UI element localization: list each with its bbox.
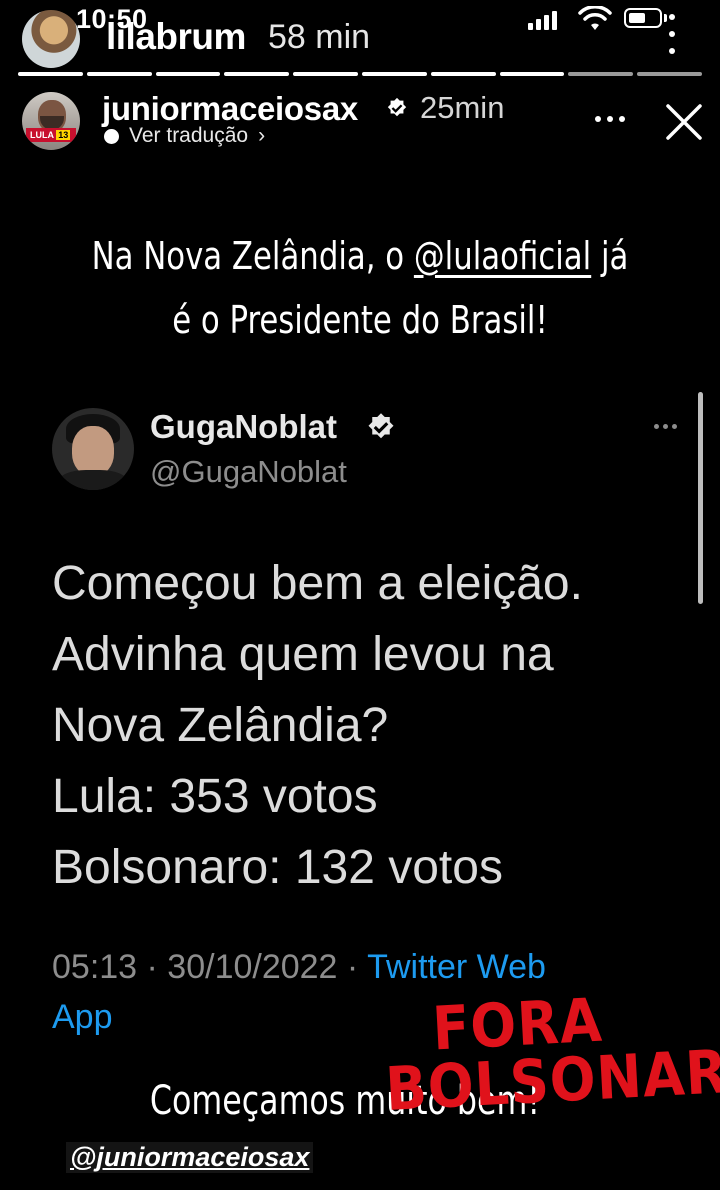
tweet-line: Bolsonaro: 132 votos xyxy=(52,841,503,894)
tweet-source-link-cont: App xyxy=(52,998,113,1036)
tweet-author-name[interactable]: GugaNoblat xyxy=(150,408,337,446)
avatar-badge: LULA 13 xyxy=(26,128,76,142)
tweet-author-avatar[interactable] xyxy=(52,408,134,490)
story-headline: Na Nova Zelândia, o @lulaoficial já é o … xyxy=(91,234,629,342)
progress-segment xyxy=(293,72,358,76)
tweet-body: Começou bem a eleição. Advinha quem levo… xyxy=(52,548,682,903)
progress-segment xyxy=(155,72,221,76)
translate-label: Ver tradução xyxy=(129,124,249,147)
lula-mention-link[interactable]: @lulaoficial xyxy=(414,234,591,278)
story-progress-bar xyxy=(18,72,702,76)
fora-bolsonaro-sticker: FORA BOLSONARO xyxy=(383,985,720,1125)
inner-more-options-icon[interactable] xyxy=(595,116,625,122)
scrollbar xyxy=(698,392,703,604)
outer-more-options-icon[interactable] xyxy=(668,14,676,54)
inner-story-time: 25min xyxy=(420,90,505,125)
outer-story-avatar[interactable] xyxy=(22,10,80,68)
battery-icon xyxy=(624,8,662,28)
tweet-verified-icon xyxy=(368,413,394,439)
progress-segment xyxy=(361,72,427,76)
progress-segment xyxy=(18,72,83,76)
tweet-more-icon xyxy=(654,424,677,429)
translate-icon xyxy=(104,128,119,144)
wifi-icon xyxy=(578,6,612,30)
tweet-source-link: Twitter Web xyxy=(367,948,546,986)
battery-tip xyxy=(664,14,667,22)
mention-tag-sticker[interactable]: @juniormaceiosax xyxy=(66,1142,314,1173)
tweet-line: Nova Zelândia? xyxy=(52,699,389,752)
progress-segment xyxy=(430,72,496,76)
tweet-line: Advinha quem levou na xyxy=(52,628,554,681)
progress-segment xyxy=(224,72,290,76)
progress-segment xyxy=(568,72,634,76)
outer-story-username[interactable]: lilabrum xyxy=(106,16,246,58)
verified-badge-icon xyxy=(387,97,407,117)
chevron-right-icon: › xyxy=(258,124,266,147)
progress-segment xyxy=(637,72,702,76)
tweet-line: Começou bem a eleição. xyxy=(52,557,583,610)
tweet-timestamp: 05:13 · 30/10/2022 · xyxy=(52,948,368,986)
inner-story-username[interactable]: juniormaceiosax xyxy=(102,90,358,128)
outer-story-time: 58 min xyxy=(268,18,371,56)
progress-segment xyxy=(86,72,152,76)
progress-segment xyxy=(499,72,565,76)
inner-story-avatar[interactable]: LULA 13 xyxy=(22,92,80,150)
tweet-author-handle[interactable]: @GugaNoblat xyxy=(150,454,347,490)
tweet-line: Lula: 353 votos xyxy=(52,770,378,823)
translate-link[interactable]: Ver tradução › xyxy=(104,124,265,148)
cellular-signal-icon xyxy=(528,8,557,30)
close-icon[interactable] xyxy=(664,102,704,142)
